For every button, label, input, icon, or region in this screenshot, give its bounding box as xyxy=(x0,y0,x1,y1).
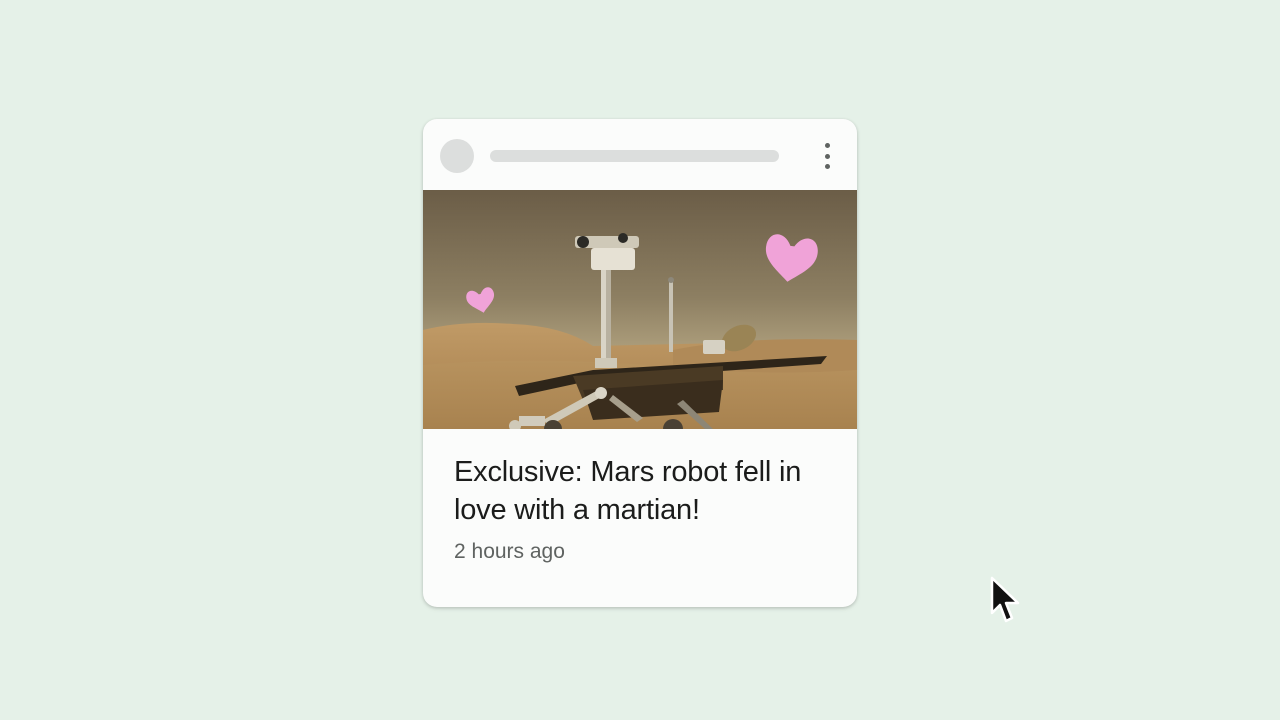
more-vert-icon-dot xyxy=(824,164,830,169)
mars-rover-image xyxy=(423,190,857,429)
source-title-placeholder xyxy=(490,150,779,162)
more-vert-icon-dot xyxy=(824,153,830,159)
more-vert-icon-dot xyxy=(824,143,830,148)
page-canvas: Exclusive: Mars robot fell in love with … xyxy=(0,0,1280,720)
card-header xyxy=(423,119,857,190)
news-card[interactable]: Exclusive: Mars robot fell in love with … xyxy=(423,119,857,607)
article-timestamp: 2 hours ago xyxy=(454,540,565,563)
avatar-placeholder xyxy=(440,139,474,173)
card-image[interactable] xyxy=(423,190,857,429)
card-body: Exclusive: Mars robot fell in love with … xyxy=(454,453,834,565)
article-headline[interactable]: Exclusive: Mars robot fell in love with … xyxy=(454,453,834,529)
mouse-pointer-icon xyxy=(990,576,1020,623)
more-options-button[interactable] xyxy=(815,143,839,169)
